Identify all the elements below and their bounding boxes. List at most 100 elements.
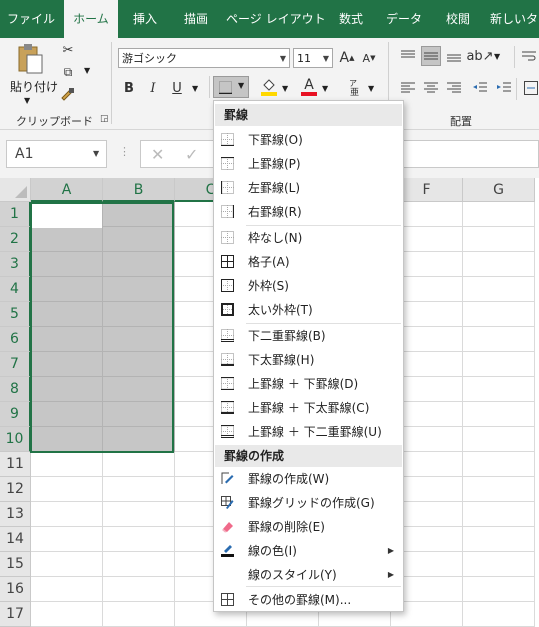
row-header[interactable]: 6 bbox=[0, 327, 31, 352]
active-cell[interactable] bbox=[32, 204, 102, 228]
underline-chevron-icon[interactable]: ▼ bbox=[192, 84, 198, 93]
row-header[interactable]: 9 bbox=[0, 402, 31, 427]
tab-new[interactable]: 新しいタブ bbox=[490, 0, 539, 38]
paste-label[interactable]: 貼り付け bbox=[10, 78, 58, 95]
row-header[interactable]: 17 bbox=[0, 602, 31, 627]
column-header[interactable]: B bbox=[103, 178, 175, 202]
grid-cell[interactable] bbox=[103, 352, 175, 377]
grid-cell[interactable] bbox=[103, 577, 175, 602]
menu-item-top-double-bottom-border[interactable]: 上罫線 ＋ 下二重罫線(U) bbox=[215, 420, 402, 444]
row-header[interactable]: 13 bbox=[0, 502, 31, 527]
grid-cell[interactable] bbox=[31, 552, 103, 577]
tab-data[interactable]: データ bbox=[380, 0, 428, 38]
row-header[interactable]: 5 bbox=[0, 302, 31, 327]
grid-cell[interactable] bbox=[463, 527, 535, 552]
grid-cell[interactable] bbox=[463, 202, 535, 227]
phonetic-chevron-icon[interactable]: ▼ bbox=[368, 84, 374, 93]
menu-item-top-thick-bottom-border[interactable]: 上罫線 ＋ 下太罫線(C) bbox=[215, 396, 402, 420]
menu-item-all-borders[interactable]: 格子(A) bbox=[215, 250, 402, 274]
grid-cell[interactable] bbox=[103, 277, 175, 302]
row-header[interactable]: 7 bbox=[0, 352, 31, 377]
select-all-button[interactable] bbox=[0, 178, 31, 202]
row-header[interactable]: 12 bbox=[0, 477, 31, 502]
tab-home[interactable]: ホーム bbox=[64, 0, 118, 38]
fill-color-chevron-icon[interactable]: ▼ bbox=[282, 84, 288, 93]
row-header[interactable]: 8 bbox=[0, 377, 31, 402]
grid-cell[interactable] bbox=[31, 352, 103, 377]
orientation-icon[interactable]: ab↗ bbox=[466, 46, 493, 66]
menu-item-outside-borders[interactable]: 外枠(S) bbox=[215, 274, 402, 298]
grid-cell[interactable] bbox=[103, 502, 175, 527]
borders-button[interactable]: ▼ bbox=[213, 76, 249, 98]
grid-cell[interactable] bbox=[463, 377, 535, 402]
menu-item-bottom-border[interactable]: 下罫線(O) bbox=[215, 128, 402, 152]
grid-cell[interactable] bbox=[31, 377, 103, 402]
tab-file[interactable]: ファイル bbox=[0, 0, 62, 38]
column-header[interactable]: A bbox=[31, 178, 103, 202]
orientation-chevron-icon[interactable]: ▼ bbox=[494, 52, 500, 61]
grid-cell[interactable] bbox=[463, 602, 535, 627]
grid-cell[interactable] bbox=[31, 602, 103, 627]
row-header[interactable]: 1 bbox=[0, 202, 31, 227]
font-size-select[interactable]: 11 ▼ bbox=[293, 48, 333, 68]
fill-color-button[interactable] bbox=[258, 76, 280, 98]
grid-cell[interactable] bbox=[31, 302, 103, 327]
paste-icon[interactable] bbox=[12, 42, 48, 76]
menu-item-no-border[interactable]: 枠なし(N) bbox=[215, 226, 402, 250]
column-header[interactable]: G bbox=[463, 178, 535, 202]
grid-cell[interactable] bbox=[463, 277, 535, 302]
menu-item-top-bottom-border[interactable]: 上罫線 ＋ 下罫線(D) bbox=[215, 372, 402, 396]
grid-cell[interactable] bbox=[31, 252, 103, 277]
grid-cell[interactable] bbox=[463, 452, 535, 477]
align-left-icon[interactable] bbox=[398, 78, 418, 98]
grid-cell[interactable] bbox=[31, 502, 103, 527]
grid-cell[interactable] bbox=[463, 252, 535, 277]
menu-item-line-style[interactable]: 線のスタイル(Y) ▶ bbox=[215, 563, 402, 587]
grid-cell[interactable] bbox=[463, 502, 535, 527]
italic-button[interactable]: I bbox=[144, 78, 162, 98]
grid-cell[interactable] bbox=[103, 402, 175, 427]
row-header[interactable]: 3 bbox=[0, 252, 31, 277]
grid-cell[interactable] bbox=[31, 527, 103, 552]
grid-cell[interactable] bbox=[31, 477, 103, 502]
align-center-icon[interactable] bbox=[421, 78, 441, 98]
cancel-icon[interactable]: ✕ bbox=[151, 145, 164, 164]
grid-cell[interactable] bbox=[103, 227, 175, 252]
grow-font-button[interactable]: A ▲ bbox=[338, 48, 356, 68]
menu-item-top-border[interactable]: 上罫線(P) bbox=[215, 152, 402, 176]
grid-cell[interactable] bbox=[103, 427, 175, 452]
row-header[interactable]: 16 bbox=[0, 577, 31, 602]
font-color-chevron-icon[interactable]: ▼ bbox=[322, 84, 328, 93]
formula-input[interactable] bbox=[404, 140, 539, 168]
grid-cell[interactable] bbox=[103, 527, 175, 552]
grid-cell[interactable] bbox=[103, 327, 175, 352]
row-header[interactable]: 4 bbox=[0, 277, 31, 302]
align-middle-icon[interactable] bbox=[421, 46, 441, 66]
grid-cell[interactable] bbox=[463, 402, 535, 427]
menu-item-left-border[interactable]: 左罫線(L) bbox=[215, 176, 402, 200]
grid-cell[interactable] bbox=[103, 377, 175, 402]
grid-cell[interactable] bbox=[31, 427, 103, 452]
row-header[interactable]: 14 bbox=[0, 527, 31, 552]
tab-draw[interactable]: 描画 bbox=[172, 0, 220, 38]
grid-cell[interactable] bbox=[463, 352, 535, 377]
name-box[interactable]: A1 ▼ bbox=[6, 140, 107, 168]
grid-cell[interactable] bbox=[463, 302, 535, 327]
enter-icon[interactable]: ✓ bbox=[185, 145, 198, 164]
align-bottom-icon[interactable] bbox=[444, 46, 464, 66]
grid-cell[interactable] bbox=[463, 427, 535, 452]
shrink-font-button[interactable]: A ▼ bbox=[360, 48, 378, 68]
grid-cell[interactable] bbox=[103, 602, 175, 627]
grid-cell[interactable] bbox=[103, 452, 175, 477]
align-top-icon[interactable] bbox=[398, 46, 418, 66]
menu-item-more-borders[interactable]: その他の罫線(M)... bbox=[215, 588, 402, 612]
wrap-text-icon[interactable] bbox=[520, 46, 538, 66]
grid-cell[interactable] bbox=[103, 477, 175, 502]
grid-cell[interactable] bbox=[103, 302, 175, 327]
menu-item-bottom-double-border[interactable]: 下二重罫線(B) bbox=[215, 324, 402, 348]
font-color-button[interactable]: A bbox=[298, 76, 320, 98]
grid-cell[interactable] bbox=[463, 327, 535, 352]
bold-button[interactable]: B bbox=[120, 78, 138, 98]
phonetic-button[interactable]: ア亜 bbox=[344, 76, 366, 98]
tab-formulas[interactable]: 数式 bbox=[328, 0, 374, 38]
